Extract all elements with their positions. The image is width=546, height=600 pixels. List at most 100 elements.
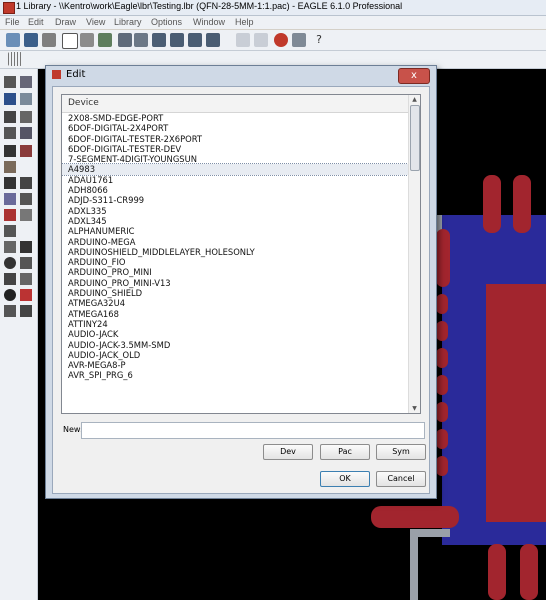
group-icon[interactable] — [4, 145, 16, 157]
ok-button[interactable]: OK — [320, 471, 370, 487]
sym-button[interactable]: Sym — [376, 444, 426, 460]
move-icon[interactable] — [4, 111, 16, 123]
rect-icon[interactable] — [4, 273, 16, 285]
script-icon[interactable] — [98, 33, 112, 47]
smd-pad — [436, 402, 448, 422]
device-list[interactable]: Device ˆ 2X08-SMD-EDGE-PORT 6DOF-DIGITAL-… — [61, 94, 421, 414]
print-icon[interactable] — [42, 33, 56, 47]
dev-button[interactable]: Dev — [263, 444, 313, 460]
zoom-in-icon[interactable] — [134, 33, 148, 47]
vertical-scrollbar[interactable]: ▲ ▼ — [408, 95, 420, 413]
device-list-item[interactable]: AUDIO-JACK_OLD — [62, 350, 408, 360]
menu-window[interactable]: Window — [193, 17, 225, 27]
hole-icon[interactable] — [4, 305, 16, 317]
device-list-item[interactable]: AVR-MEGA8-P — [62, 360, 408, 370]
cam-icon[interactable] — [62, 33, 78, 49]
device-list-item[interactable]: ALPHANUMERIC — [62, 226, 408, 236]
device-list-item[interactable]: 6DOF-DIGITAL-TESTER-DEV — [62, 144, 408, 154]
zoom-out-icon[interactable] — [152, 33, 166, 47]
dialog-app-icon — [52, 70, 61, 79]
scroll-up-icon[interactable]: ▲ — [410, 95, 419, 104]
device-list-item[interactable]: 7-SEGMENT-4DIGIT-YOUNGSUN — [62, 154, 408, 164]
menu-help[interactable]: Help — [235, 17, 254, 27]
device-list-item[interactable]: ADJD-S311-CR999 — [62, 195, 408, 205]
device-list-item[interactable]: ADAU1761 — [62, 175, 408, 185]
polygon-icon[interactable] — [20, 273, 32, 285]
grid-icon[interactable] — [8, 52, 22, 66]
device-list-item[interactable]: AVR_SPI_PRG_6 — [62, 370, 408, 380]
zoom-fit-icon[interactable] — [118, 33, 132, 47]
mark-icon[interactable] — [20, 93, 32, 105]
device-list-item[interactable]: ARDUINOSHIELD_MIDDLELAYER_HOLESONLY — [62, 247, 408, 257]
ulp-icon[interactable] — [80, 33, 94, 47]
device-list-item[interactable]: ADH8066 — [62, 185, 408, 195]
close-button[interactable]: x — [398, 68, 430, 84]
zoom-area-icon[interactable] — [206, 33, 220, 47]
device-column-header[interactable]: Device ˆ — [62, 95, 408, 113]
wire-icon[interactable] — [4, 241, 16, 253]
help-icon[interactable]: ? — [312, 33, 326, 47]
paste-icon[interactable] — [4, 161, 16, 173]
smd-pad — [436, 375, 448, 395]
device-list-item[interactable]: ARDUINO_PRO_MINI-V13 — [62, 278, 408, 288]
smash-icon[interactable] — [4, 209, 16, 221]
save-icon[interactable] — [24, 33, 38, 47]
new-name-input[interactable] — [81, 422, 425, 439]
dialog-title: Edit — [66, 69, 86, 80]
open-icon[interactable] — [6, 33, 20, 47]
mirror-icon[interactable] — [4, 127, 16, 139]
menu-library[interactable]: Library — [114, 17, 142, 27]
device-list-item[interactable]: A4983 — [62, 163, 409, 176]
smd-pad — [436, 456, 448, 476]
menu-draw[interactable]: Draw — [55, 17, 76, 27]
redo-icon[interactable] — [254, 33, 268, 47]
menu-options[interactable]: Options — [151, 17, 182, 27]
text-icon[interactable] — [20, 241, 32, 253]
redraw-icon[interactable] — [170, 33, 184, 47]
zoom-select-icon[interactable] — [188, 33, 202, 47]
display-icon[interactable] — [4, 93, 16, 105]
arc-icon[interactable] — [20, 257, 32, 269]
smd-icon[interactable] — [20, 289, 32, 301]
device-list-item[interactable]: ADXL345 — [62, 216, 408, 226]
scrollbar-thumb[interactable] — [410, 105, 420, 171]
split-icon[interactable] — [4, 225, 16, 237]
device-list-item[interactable]: AUDIO-JACK-3.5MM-SMD — [62, 340, 408, 350]
copy-icon[interactable] — [20, 111, 32, 123]
scroll-down-icon[interactable]: ▼ — [410, 404, 419, 413]
device-list-item[interactable]: 6DOF-DIGITAL-2X4PORT — [62, 123, 408, 133]
menu-view[interactable]: View — [86, 17, 105, 27]
device-list-item[interactable]: ARDUINO_SHIELD — [62, 288, 408, 298]
dimension-icon[interactable] — [20, 305, 32, 317]
dialog-titlebar[interactable]: Edit x — [46, 66, 436, 84]
new-label: New: — [63, 425, 83, 434]
rotate-icon[interactable] — [20, 127, 32, 139]
name-icon[interactable] — [4, 193, 16, 205]
circle-icon[interactable] — [4, 257, 16, 269]
device-list-item[interactable]: ARDUINO_PRO_MINI — [62, 267, 408, 277]
device-list-item[interactable]: ARDUINO-MEGA — [62, 237, 408, 247]
device-list-item[interactable]: AUDIO-JACK — [62, 329, 408, 339]
pad-icon[interactable] — [4, 289, 16, 301]
change-icon[interactable] — [20, 145, 32, 157]
device-list-item[interactable]: 6DOF-DIGITAL-TESTER-2X6PORT — [62, 134, 408, 144]
undo-icon[interactable] — [236, 33, 250, 47]
device-list-item[interactable]: ADXL335 — [62, 206, 408, 216]
menu-file[interactable]: File — [5, 17, 20, 27]
go-icon[interactable] — [292, 33, 306, 47]
stop-icon[interactable] — [274, 33, 288, 47]
cancel-button[interactable]: Cancel — [376, 471, 426, 487]
menu-edit[interactable]: Edit — [28, 17, 44, 27]
show-icon[interactable] — [20, 76, 32, 88]
device-list-item[interactable]: 2X08-SMD-EDGE-PORT — [62, 113, 408, 123]
delete-icon[interactable] — [4, 177, 16, 189]
value-icon[interactable] — [20, 193, 32, 205]
info-icon[interactable] — [4, 76, 16, 88]
device-list-item[interactable]: ARDUINO_FIO — [62, 257, 408, 267]
device-list-item[interactable]: ATMEGA168 — [62, 309, 408, 319]
add-icon[interactable] — [20, 177, 32, 189]
miter-icon[interactable] — [20, 209, 32, 221]
pac-button[interactable]: Pac — [320, 444, 370, 460]
device-list-item[interactable]: ATMEGA32U4 — [62, 298, 408, 308]
device-list-item[interactable]: ATTINY24 — [62, 319, 408, 329]
